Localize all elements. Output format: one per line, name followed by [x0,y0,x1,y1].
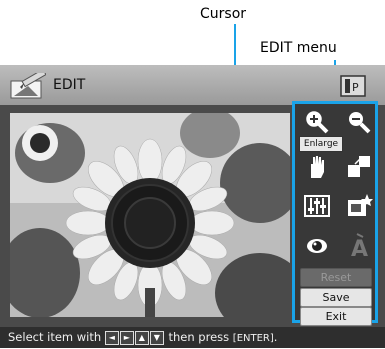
reduce-icon[interactable] [345,108,373,136]
print-mode-icon: P [339,74,367,98]
edit-menu-callout-label: EDIT menu [260,40,337,56]
status-middle: then press [168,330,230,344]
move-hand-icon[interactable] [303,152,331,180]
arrow-down-key-icon: ▼ [149,330,164,345]
text-icon[interactable]: A [345,232,373,260]
header-bar: EDIT P [0,65,385,105]
svg-text:P: P [352,81,359,94]
status-suffix: . [273,330,278,344]
sunflower-photo [10,113,290,317]
enlarge-tooltip: Enlarge [299,136,343,152]
edit-menu-panel: Enlarge A Reset Save Exit [292,101,378,326]
adjust-icon[interactable] [303,192,331,220]
rotate-icon[interactable] [345,152,373,180]
reset-button[interactable]: Reset [300,268,372,287]
filter-icon[interactable] [345,192,373,220]
save-button[interactable]: Save [300,288,372,307]
printer-screen: EDIT P Enlarge A Reset Save Exit Select … [0,65,385,348]
arrow-up-key-icon: ▲ [134,330,149,345]
red-eye-icon[interactable] [303,232,331,260]
enlarge-icon[interactable] [303,108,331,136]
arrow-right-key-icon: ► [119,330,134,345]
status-prefix: Select item with [8,330,102,344]
page-title: EDIT [53,77,86,93]
arrow-left-key-icon: ◄ [104,330,119,345]
enter-key-label: [ENTER] [232,333,274,344]
status-bar: Select item with ◄ ► ▲ ▼ then press [ENTER]… [0,327,385,348]
photo-preview[interactable] [10,113,290,317]
exit-button[interactable]: Exit [300,307,372,326]
pencil-edit-icon [10,68,47,99]
svg-text:A: A [351,237,368,260]
cursor-callout-label: Cursor [200,6,247,22]
